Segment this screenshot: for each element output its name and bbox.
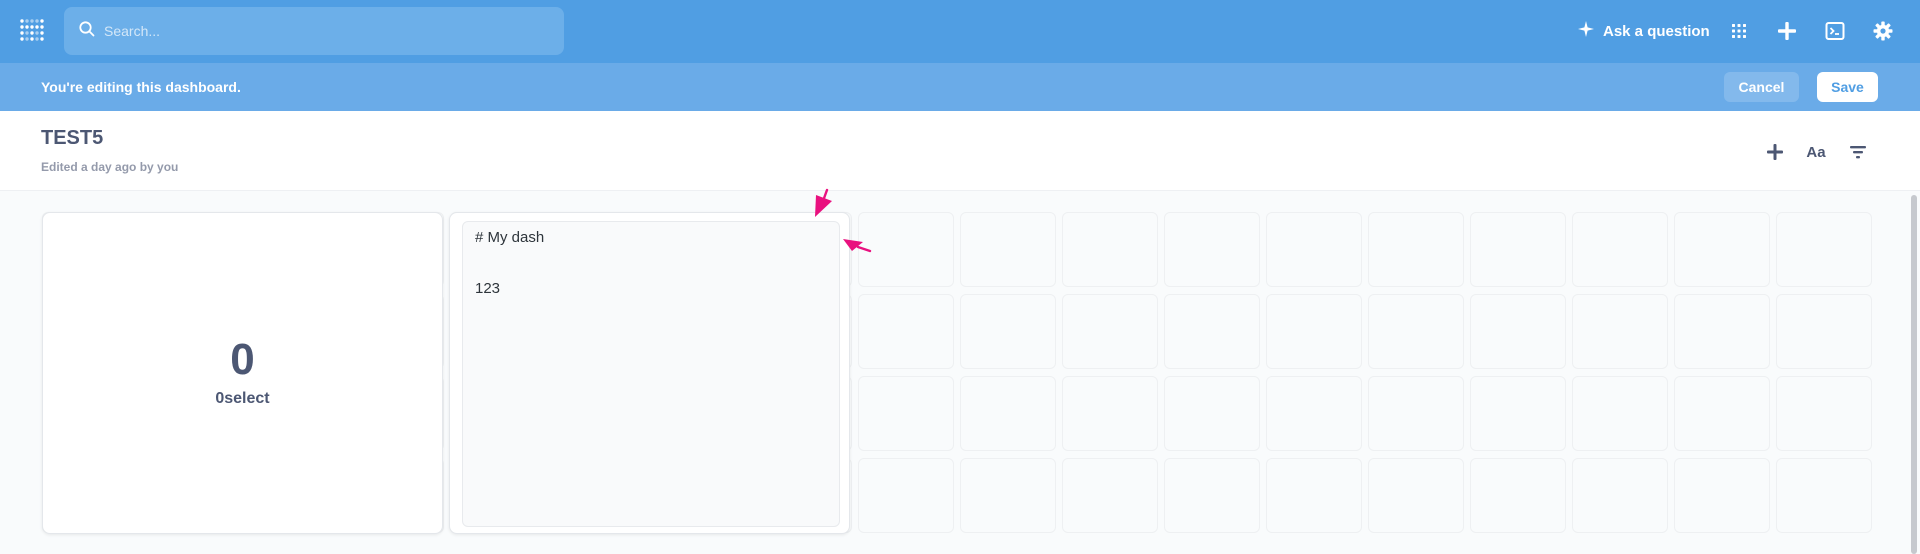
grid-placeholder-cell bbox=[1470, 376, 1566, 451]
sparkle-icon bbox=[1578, 21, 1603, 41]
grid-placeholder-cell bbox=[1674, 294, 1770, 369]
grid-placeholder-cell bbox=[1368, 294, 1464, 369]
grid-placeholder-cell bbox=[960, 212, 1056, 287]
grid-placeholder-cell bbox=[960, 376, 1056, 451]
grid-placeholder-cell bbox=[1674, 376, 1770, 451]
search-icon bbox=[64, 20, 95, 42]
grid-placeholder-cell bbox=[1266, 376, 1362, 451]
add-card-icon[interactable] bbox=[1762, 139, 1788, 165]
grid-placeholder-cell bbox=[1368, 376, 1464, 451]
gear-icon[interactable] bbox=[1869, 17, 1897, 45]
grid-placeholder-cell bbox=[960, 294, 1056, 369]
text-card-heading: # My dash bbox=[475, 229, 545, 246]
scalar-card[interactable]: 0 0select bbox=[42, 212, 443, 534]
grid-placeholder-cell bbox=[1470, 458, 1566, 533]
edit-mode-bar: You're editing this dashboard. Cancel Sa… bbox=[0, 63, 1920, 111]
grid-placeholder-cell bbox=[1572, 212, 1668, 287]
grid-placeholder-cell bbox=[1164, 458, 1260, 533]
dashboard-header: TEST5 Edited a day ago by you Aa bbox=[0, 111, 1920, 191]
dashboard-last-edited: Edited a day ago by you bbox=[41, 160, 179, 174]
annotation-arrow-icon bbox=[815, 188, 872, 253]
metabase-logo-icon[interactable] bbox=[18, 17, 46, 45]
grid-placeholder-cell bbox=[1776, 212, 1872, 287]
scalar-label: 0select bbox=[215, 390, 270, 407]
top-navbar: Ask a question bbox=[0, 0, 1920, 63]
grid-placeholder-cell bbox=[1776, 376, 1872, 451]
sql-editor-icon[interactable] bbox=[1821, 17, 1849, 45]
grid-placeholder-cell bbox=[1266, 294, 1362, 369]
grid-placeholder-cell bbox=[1572, 294, 1668, 369]
text-card[interactable]: # My dash 123 bbox=[449, 212, 850, 534]
grid-placeholder-cell bbox=[1062, 458, 1158, 533]
text-card-icon[interactable]: Aa bbox=[1803, 139, 1829, 165]
grid-placeholder-cell bbox=[1368, 458, 1464, 533]
text-card-editor[interactable]: # My dash 123 bbox=[462, 221, 840, 527]
grid-placeholder-cell bbox=[1572, 376, 1668, 451]
search-bar[interactable] bbox=[64, 7, 564, 55]
grid-placeholder-cell bbox=[1674, 212, 1770, 287]
filter-icon[interactable] bbox=[1845, 139, 1871, 165]
apps-grid-icon[interactable] bbox=[1725, 17, 1753, 45]
grid-placeholder-cell bbox=[1368, 212, 1464, 287]
edit-mode-message: You're editing this dashboard. bbox=[41, 79, 241, 95]
grid-placeholder-cell bbox=[960, 458, 1056, 533]
grid-placeholder-cell bbox=[1062, 294, 1158, 369]
plus-icon[interactable] bbox=[1773, 17, 1801, 45]
save-button[interactable]: Save bbox=[1817, 72, 1878, 102]
ask-question-button[interactable]: Ask a question bbox=[1578, 19, 1710, 43]
grid-placeholder-cell bbox=[1062, 212, 1158, 287]
grid-placeholder-cell bbox=[858, 458, 954, 533]
grid-placeholder-cell bbox=[1776, 458, 1872, 533]
grid-placeholder-cell bbox=[1164, 376, 1260, 451]
grid-placeholder-cell bbox=[1164, 294, 1260, 369]
grid-placeholder-cell bbox=[1164, 212, 1260, 287]
cancel-button[interactable]: Cancel bbox=[1724, 72, 1799, 102]
grid-placeholder-cell bbox=[858, 376, 954, 451]
grid-placeholder-cell bbox=[1776, 294, 1872, 369]
grid-placeholder-cell bbox=[1674, 458, 1770, 533]
grid-placeholder-cell bbox=[1062, 376, 1158, 451]
grid-placeholder-cell bbox=[1266, 458, 1362, 533]
dashboard-title[interactable]: TEST5 bbox=[41, 127, 103, 150]
grid-placeholder-cell bbox=[1470, 294, 1566, 369]
grid-placeholder-cell bbox=[858, 294, 954, 369]
grid-placeholder-cell bbox=[1470, 212, 1566, 287]
text-card-label: Aa bbox=[1806, 143, 1826, 161]
grid-placeholder-cell bbox=[1572, 458, 1668, 533]
grid-placeholder-cell bbox=[1266, 212, 1362, 287]
ask-question-label: Ask a question bbox=[1603, 22, 1710, 40]
search-input[interactable] bbox=[104, 23, 504, 39]
scrollbar[interactable] bbox=[1911, 195, 1917, 554]
scalar-value: 0 bbox=[230, 335, 255, 384]
text-card-body: 123 bbox=[475, 280, 501, 297]
